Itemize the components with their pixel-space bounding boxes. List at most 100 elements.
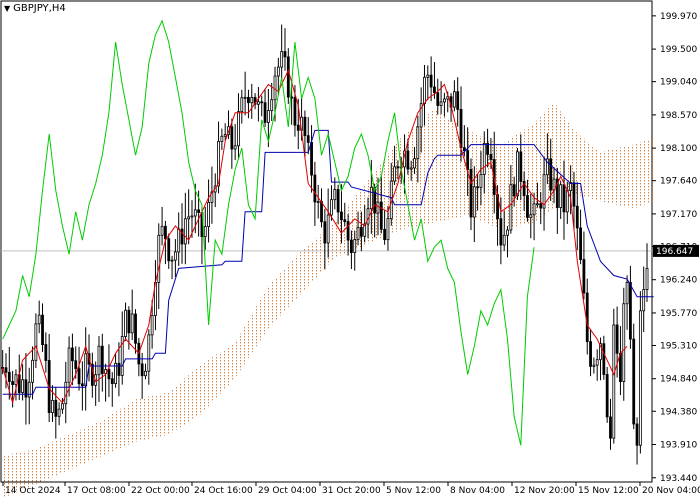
candle-body bbox=[7, 371, 11, 382]
candle-body bbox=[638, 310, 642, 446]
candle-body bbox=[459, 109, 463, 149]
chart-title: ▼ GBPJPY,H4 bbox=[4, 3, 66, 14]
candle-body bbox=[257, 101, 260, 105]
time-tick-label: 14 Oct 2024 bbox=[5, 486, 61, 496]
candle-body bbox=[582, 259, 586, 294]
time-tick-label: 20 Nov 04:00 bbox=[642, 486, 700, 496]
candle-body bbox=[629, 282, 632, 340]
candle-body bbox=[197, 209, 201, 213]
price-tick-label: 194.840 bbox=[660, 375, 697, 385]
time-tick-label: 24 Oct 16:00 bbox=[194, 486, 253, 496]
candle-body bbox=[37, 314, 41, 325]
candle-body bbox=[429, 74, 433, 88]
candle-body bbox=[11, 381, 15, 385]
candle-body bbox=[320, 201, 323, 223]
candle-body bbox=[207, 201, 210, 227]
candle-body bbox=[283, 51, 287, 58]
candle-body bbox=[61, 403, 64, 410]
candle-body bbox=[157, 234, 161, 283]
chart-svg: 199.970 199.500 199.040 198.570 198.100 197.6… bbox=[0, 0, 700, 499]
price-tick-label: 198.100 bbox=[660, 144, 697, 154]
candle-body bbox=[423, 76, 426, 105]
candle-body bbox=[293, 96, 297, 126]
time-tick-label: 29 Oct 04:00 bbox=[258, 486, 317, 496]
candle-body bbox=[326, 214, 330, 244]
price-tick-label: 196.240 bbox=[660, 276, 697, 286]
candle-body bbox=[276, 66, 280, 77]
candle-body bbox=[124, 309, 127, 337]
candle-body bbox=[562, 184, 566, 213]
candle-body bbox=[280, 51, 284, 68]
candle-body bbox=[41, 314, 44, 345]
candle-body bbox=[306, 135, 310, 143]
price-tick-label: 195.770 bbox=[660, 309, 697, 319]
candle-body bbox=[14, 374, 18, 385]
candle-body bbox=[190, 215, 194, 218]
candle-body bbox=[266, 110, 270, 123]
candle-body bbox=[426, 74, 430, 78]
candle-body bbox=[572, 182, 576, 207]
candle-body bbox=[57, 408, 61, 417]
candle-body bbox=[466, 150, 470, 170]
candle-body bbox=[34, 323, 38, 361]
candle-body bbox=[386, 218, 390, 241]
candle-body bbox=[559, 184, 563, 208]
candle-body bbox=[167, 238, 171, 262]
candle-body bbox=[416, 126, 420, 160]
candle-body bbox=[177, 228, 181, 253]
chart-area[interactable]: 199.970 199.500 199.040 198.570 198.100 197.6… bbox=[0, 0, 700, 500]
candle-body bbox=[602, 343, 606, 375]
candle-body bbox=[433, 86, 436, 94]
candle-body bbox=[609, 416, 612, 439]
candle-body bbox=[144, 370, 147, 377]
candle-body bbox=[4, 367, 8, 373]
candle-body bbox=[383, 228, 387, 241]
candle-body bbox=[303, 116, 307, 137]
triangle-down-icon[interactable]: ▼ bbox=[4, 4, 10, 13]
candle-body bbox=[413, 158, 416, 169]
candle-body bbox=[193, 209, 197, 217]
candle-body bbox=[539, 203, 543, 209]
candle-body bbox=[77, 368, 81, 385]
candle-body bbox=[472, 186, 476, 218]
candle-body bbox=[150, 315, 154, 336]
candle-body bbox=[346, 221, 350, 241]
candle-body bbox=[64, 381, 68, 405]
candle-body bbox=[54, 399, 58, 417]
candle-body bbox=[512, 184, 516, 197]
candle-body bbox=[173, 251, 177, 261]
candle-body bbox=[612, 324, 616, 439]
candle-body bbox=[260, 101, 264, 104]
candle-body bbox=[127, 309, 131, 334]
candle-body bbox=[406, 150, 410, 170]
time-tick-label: 15 Nov 12:00 bbox=[578, 486, 639, 496]
candle-body bbox=[340, 211, 343, 221]
candle-body bbox=[622, 303, 626, 382]
candle-body bbox=[270, 99, 274, 111]
candle-body bbox=[396, 166, 400, 169]
candle-body bbox=[250, 96, 254, 104]
candle-body bbox=[462, 147, 466, 152]
candle-body bbox=[310, 142, 313, 176]
time-tick-label: 22 Oct 00:00 bbox=[131, 486, 190, 496]
candle-body bbox=[330, 199, 333, 216]
candle-body bbox=[313, 174, 317, 203]
candle-body bbox=[44, 344, 48, 361]
candle-body bbox=[230, 126, 234, 150]
candle-body bbox=[536, 203, 539, 206]
price-tick-label: 199.970 bbox=[660, 12, 697, 22]
price-tick-label: 199.040 bbox=[660, 78, 697, 88]
time-tick-label: 17 Oct 08:00 bbox=[67, 486, 126, 496]
candle-body bbox=[187, 216, 191, 220]
candle-body bbox=[140, 363, 144, 377]
candle-body bbox=[605, 374, 609, 418]
candle-body bbox=[356, 226, 360, 240]
price-tick-label: 194.380 bbox=[660, 407, 697, 417]
candle-body bbox=[110, 378, 114, 384]
candle-body bbox=[336, 189, 340, 213]
candle-body bbox=[516, 151, 519, 197]
candle-body bbox=[456, 91, 460, 110]
candle-body bbox=[376, 201, 380, 214]
candle-body bbox=[526, 195, 529, 218]
candle-body bbox=[506, 229, 509, 236]
